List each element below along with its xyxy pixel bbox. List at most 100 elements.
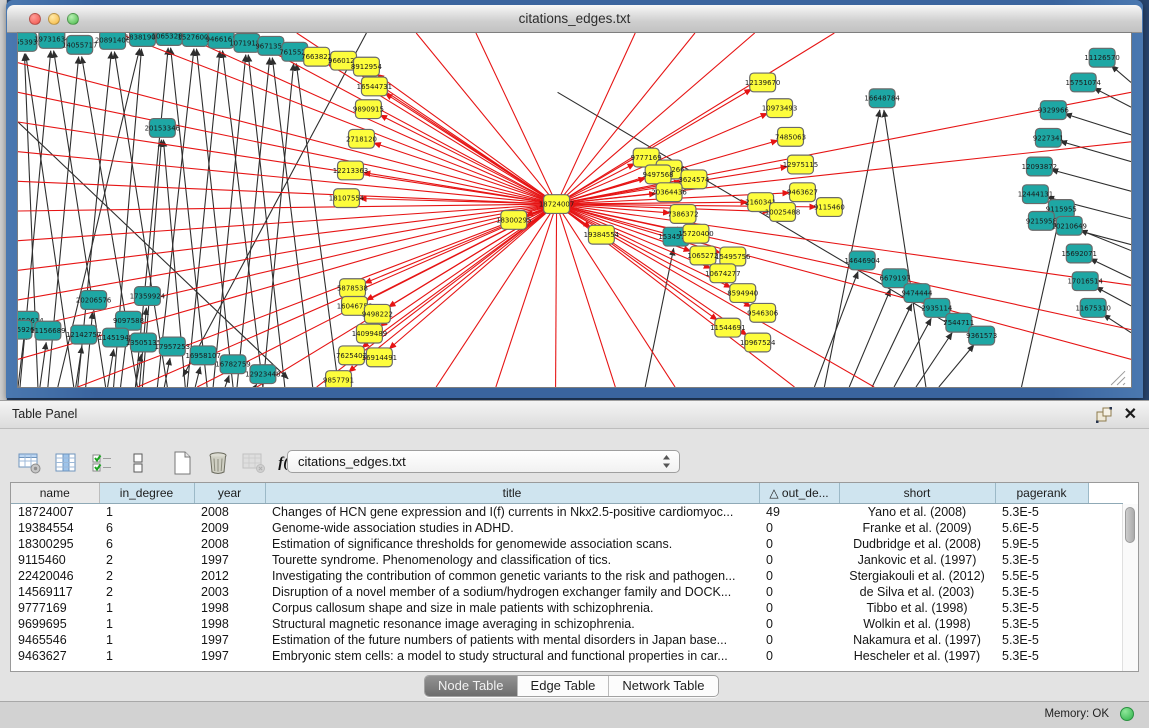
row-select-icon[interactable] xyxy=(88,450,115,476)
graph-node[interactable]: 12975115 xyxy=(783,155,818,174)
row-height-icon[interactable] xyxy=(124,450,151,476)
graph-node[interactable]: 12213363 xyxy=(333,161,368,180)
table-cell: 2012 xyxy=(194,568,265,584)
column-header-short[interactable]: short xyxy=(839,483,995,504)
graph-node[interactable]: 1065272 xyxy=(687,246,718,265)
table-select-dropdown[interactable]: citations_edges.txt xyxy=(287,450,680,473)
graph-hub-node[interactable]: 18724007 xyxy=(539,195,574,214)
graph-node[interactable]: 8594940 xyxy=(727,284,758,303)
svg-text:16648784: 16648784 xyxy=(864,95,900,103)
graph-node[interactable]: 9890915 xyxy=(353,100,384,119)
new-table-icon[interactable] xyxy=(168,450,195,476)
scrollbar-thumb[interactable] xyxy=(1125,507,1135,543)
graph-node[interactable]: 14646904 xyxy=(844,251,880,270)
graph-node[interactable]: 20364436 xyxy=(651,183,686,202)
close-panel-icon[interactable]: ✕ xyxy=(1124,404,1137,424)
table-row[interactable]: 1456911722003Disruption of a novel membe… xyxy=(11,584,1123,600)
graph-node[interactable]: 7386372 xyxy=(668,205,699,224)
graph-node[interactable]: 9463627 xyxy=(787,183,818,202)
graph-node[interactable]: 20153346 xyxy=(145,119,180,138)
table-settings-icon[interactable] xyxy=(16,450,43,476)
column-visibility-icon[interactable] xyxy=(52,450,79,476)
delete-rows-icon[interactable] xyxy=(204,450,231,476)
graph-node[interactable]: 9329966 xyxy=(1038,101,1069,120)
graph-node[interactable]: 11544691 xyxy=(710,318,745,337)
graph-node[interactable]: 17016514 xyxy=(1067,272,1103,291)
graph-node[interactable]: 11126570 xyxy=(1084,48,1119,67)
column-header-year[interactable]: year xyxy=(194,483,265,504)
column-header-title[interactable]: title xyxy=(265,483,759,504)
graph-node[interactable]: 9361573 xyxy=(966,326,997,345)
table-row[interactable]: 1938455462009Genome-wide association stu… xyxy=(11,520,1123,536)
table-row[interactable]: 1872400712008Changes of HCN gene express… xyxy=(11,504,1123,521)
column-header-out_de[interactable]: △ out_de... xyxy=(759,483,839,504)
graph-node[interactable]: 9097588 xyxy=(113,311,144,330)
tab-node-table[interactable]: Node Table xyxy=(425,676,517,696)
column-header-pagerank[interactable]: pagerank xyxy=(995,483,1088,504)
graph-node[interactable]: 11156689 xyxy=(30,321,65,340)
table-panel: Table Panel ✕ xyxy=(0,400,1149,727)
graph-node[interactable]: 9227341 xyxy=(1033,128,1064,147)
graph-node[interactable]: 16648784 xyxy=(864,89,900,108)
table-scrollbar[interactable] xyxy=(1122,504,1138,671)
table-cell: 0 xyxy=(759,648,839,664)
table-row[interactable]: 911546021997Tourette syndrome. Phenomeno… xyxy=(11,552,1123,568)
graph-node[interactable]: 10674277 xyxy=(705,264,740,283)
graph-node[interactable]: 14099489 xyxy=(352,324,387,343)
graph-node[interactable]: 7485063 xyxy=(775,127,806,146)
tab-network-table[interactable]: Network Table xyxy=(608,676,717,696)
graph-node[interactable]: 11675310 xyxy=(1075,299,1110,318)
graph-node[interactable]: 15720400 xyxy=(678,224,713,243)
graph-node[interactable]: 18300295 xyxy=(496,210,531,229)
graph-node[interactable]: 3624574 xyxy=(678,170,710,189)
table-row[interactable]: 946362711997Embryonic stem cells: a mode… xyxy=(11,648,1123,664)
graph-node[interactable]: 17359924 xyxy=(130,287,166,306)
graph-node[interactable]: 8912954 xyxy=(351,57,383,76)
graph-node[interactable]: 9857791 xyxy=(323,371,354,387)
graph-node[interactable]: 12923448 xyxy=(245,365,280,384)
graph-node[interactable]: 9497568 xyxy=(643,165,674,184)
graph-node[interactable]: 12139670 xyxy=(745,73,780,92)
graph-node[interactable]: 10967524 xyxy=(740,333,776,352)
graph-node[interactable]: 10025488 xyxy=(765,203,800,222)
table-cell: 2 xyxy=(99,552,194,568)
network-canvas[interactable]: 2055393119731634140557172089140618381904… xyxy=(18,33,1131,387)
graph-node[interactable]: 9546306 xyxy=(747,303,778,322)
tab-edge-table[interactable]: Edge Table xyxy=(517,676,609,696)
table-cell: 5.3E-5 xyxy=(995,648,1088,664)
table-row[interactable]: 969969511998Structural magnetic resonanc… xyxy=(11,616,1123,632)
graph-node[interactable]: 15495756 xyxy=(715,247,750,266)
graph-node[interactable]: 15692071 xyxy=(1062,244,1097,263)
graph-node[interactable]: 16544731 xyxy=(357,77,392,96)
column-header-name[interactable]: name xyxy=(11,483,99,504)
graph-node[interactable]: 18107554 xyxy=(329,189,365,208)
window-resize-grip[interactable] xyxy=(1111,371,1125,385)
graph-node[interactable]: 12142757 xyxy=(66,325,101,344)
graph-node[interactable]: 9498222 xyxy=(362,304,393,323)
graph-node[interactable]: 10210649 xyxy=(1052,216,1087,235)
graph-node[interactable]: 19384554 xyxy=(584,225,620,244)
delete-table-icon[interactable] xyxy=(240,450,267,476)
column-header-in_degree[interactable]: in_degree xyxy=(99,483,194,504)
network-window[interactable]: citations_edges.txt 20553931197316341405… xyxy=(6,0,1143,398)
window-titlebar[interactable]: citations_edges.txt xyxy=(7,5,1142,33)
graph-node[interactable]: 10973493 xyxy=(762,99,797,118)
graph-node[interactable]: 5878538 xyxy=(337,279,368,298)
graph-node[interactable]: 2718120 xyxy=(346,129,377,148)
float-panel-icon[interactable] xyxy=(1096,407,1113,423)
graph-node[interactable]: 14055717 xyxy=(62,35,97,54)
graph-node[interactable]: 16914491 xyxy=(362,348,397,367)
graph-node[interactable]: 12444131 xyxy=(1018,185,1053,204)
memory-status-indicator[interactable] xyxy=(1120,707,1134,721)
window-resize-grip[interactable] xyxy=(1123,383,1125,385)
table-row[interactable]: 2242004622012Investigating the contribut… xyxy=(11,568,1123,584)
graph-node[interactable]: 12093872 xyxy=(1022,157,1057,176)
graph-node[interactable]: 9115460 xyxy=(814,198,845,217)
table-row[interactable]: 1830029562008Estimation of significance … xyxy=(11,536,1123,552)
table-row[interactable]: 946554611997Estimation of the future num… xyxy=(11,632,1123,648)
graph-node[interactable]: 20206576 xyxy=(76,291,111,310)
table-cell-filler xyxy=(1088,584,1123,600)
table-row[interactable]: 977716911998Corpus callosum shape and si… xyxy=(11,600,1123,616)
graph-node[interactable]: 15751074 xyxy=(1065,73,1101,92)
svg-text:19384554: 19384554 xyxy=(584,231,620,239)
